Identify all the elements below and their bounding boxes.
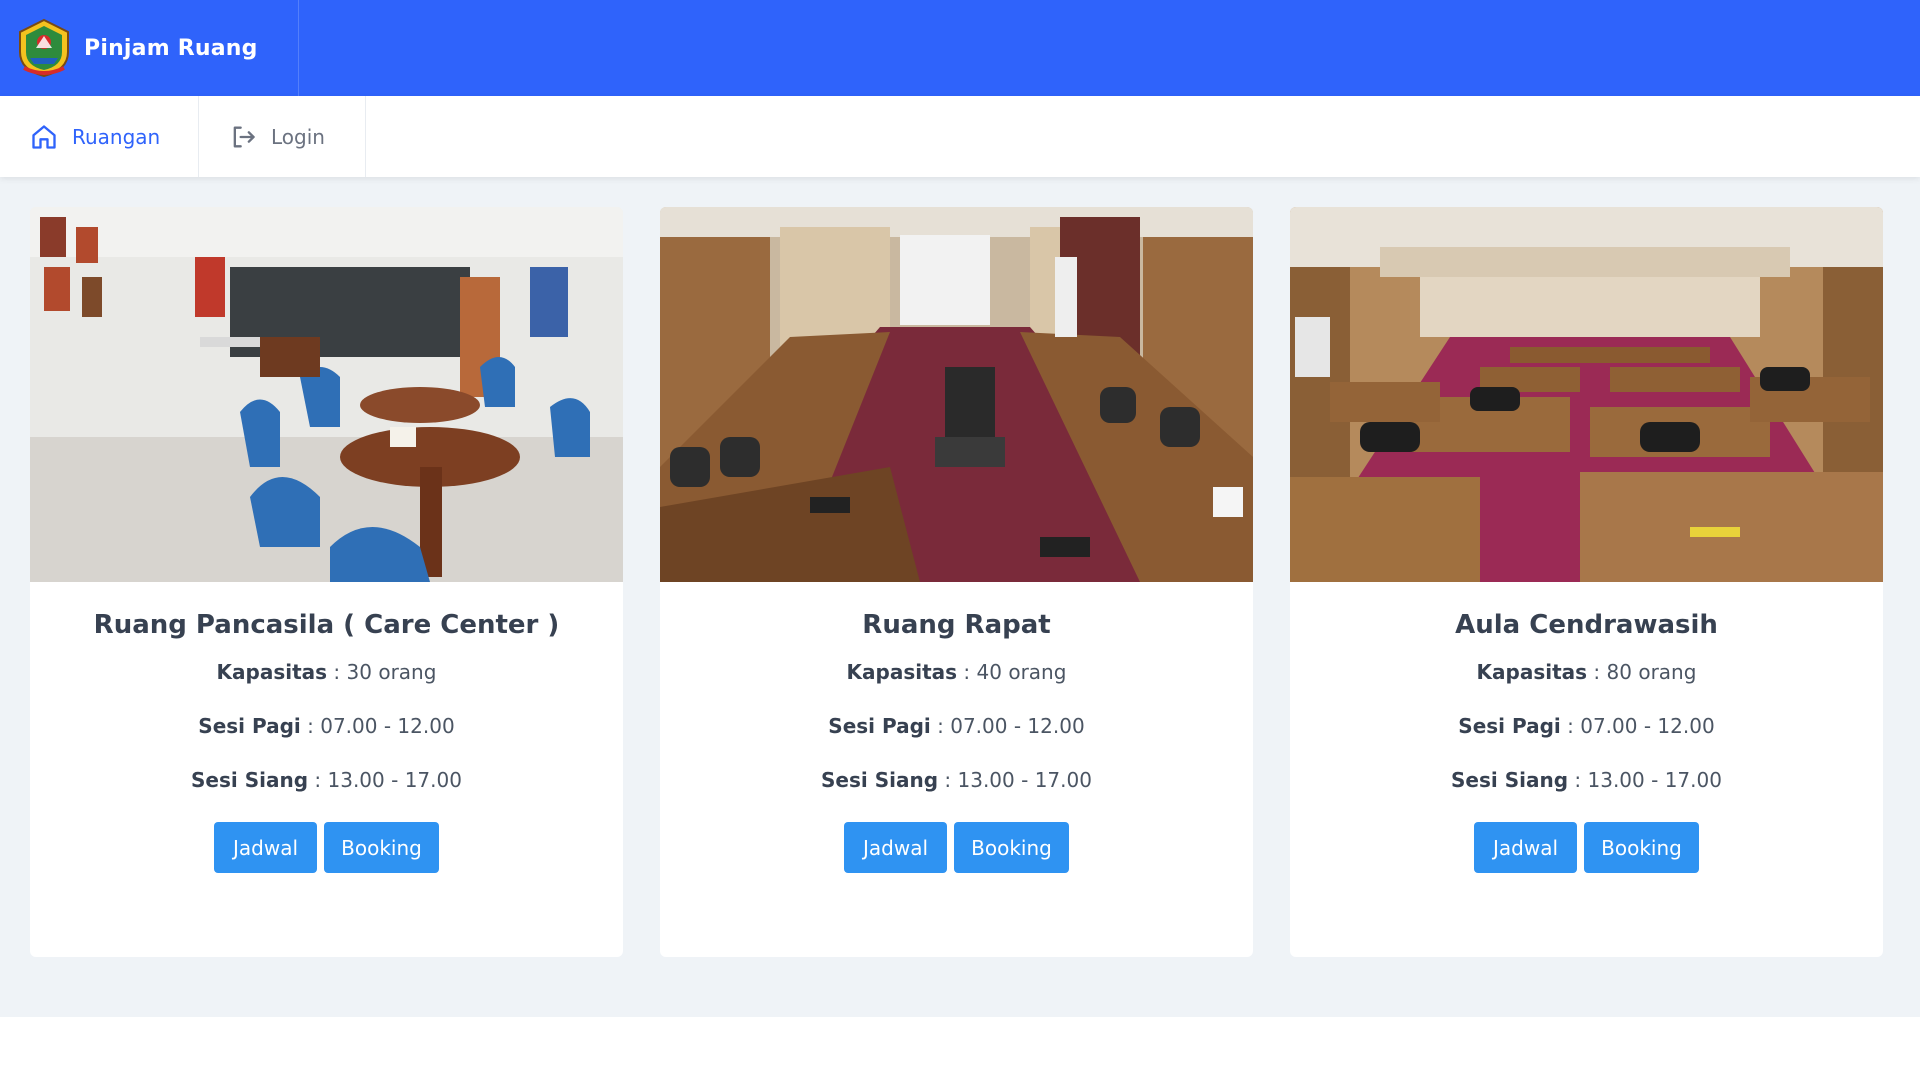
afternoon-session-label: Sesi Siang (1451, 768, 1569, 792)
booking-button[interactable]: Booking (1584, 822, 1699, 873)
schedule-button[interactable]: Jadwal (214, 822, 317, 873)
afternoon-session-label: Sesi Siang (821, 768, 939, 792)
booking-button[interactable]: Booking (324, 822, 439, 873)
room-card: Ruang Rapat Kapasitas : 40 orang Sesi Pa… (660, 207, 1253, 957)
afternoon-session-label: Sesi Siang (191, 768, 309, 792)
afternoon-session-info: Sesi Siang : 13.00 - 17.00 (660, 768, 1253, 792)
card-actions: Jadwal Booking (1290, 822, 1883, 873)
room-card: Aula Cendrawasih Kapasitas : 80 orang Se… (1290, 207, 1883, 957)
top-bar: Pinjam Ruang (0, 0, 1920, 96)
morning-session-info: Sesi Pagi : 07.00 - 12.00 (660, 714, 1253, 738)
capacity-label: Kapasitas (1476, 660, 1588, 684)
capacity-info: Kapasitas : 40 orang (660, 660, 1253, 684)
capacity-info: Kapasitas : 80 orang (1290, 660, 1883, 684)
home-icon (32, 124, 56, 149)
nav-item-label: Ruangan (72, 124, 161, 149)
room-name: Ruang Rapat (862, 610, 1051, 640)
morning-session-info: Sesi Pagi : 07.00 - 12.00 (1290, 714, 1883, 738)
afternoon-session-info: Sesi Siang : 13.00 - 17.00 (1290, 768, 1883, 792)
room-photo (30, 207, 623, 582)
nav-item-label: Login (271, 124, 325, 149)
morning-session-label: Sesi Pagi (828, 714, 931, 738)
capacity-value: : 40 orang (957, 660, 1067, 684)
afternoon-session-value: : 13.00 - 17.00 (308, 768, 462, 792)
morning-session-value: : 07.00 - 12.00 (300, 714, 455, 738)
capacity-label: Kapasitas (216, 660, 328, 684)
login-icon (233, 126, 255, 147)
room-list: Ruang Pancasila ( Care Center ) Kapasita… (0, 177, 1920, 1017)
morning-session-info: Sesi Pagi : 07.00 - 12.00 (30, 714, 623, 738)
nav-item-login[interactable]: Login (199, 96, 366, 177)
province-emblem-icon (19, 18, 69, 78)
morning-session-label: Sesi Pagi (1458, 714, 1561, 738)
capacity-value: : 30 orang (327, 660, 437, 684)
booking-button[interactable]: Booking (954, 822, 1069, 873)
app-name: Pinjam Ruang (84, 35, 258, 61)
schedule-button[interactable]: Jadwal (1474, 822, 1577, 873)
card-actions: Jadwal Booking (660, 822, 1253, 873)
room-photo (1290, 207, 1883, 582)
morning-session-label: Sesi Pagi (198, 714, 301, 738)
morning-session-value: : 07.00 - 12.00 (1560, 714, 1715, 738)
room-name: Aula Cendrawasih (1455, 610, 1718, 640)
capacity-value: : 80 orang (1587, 660, 1697, 684)
afternoon-session-value: : 13.00 - 17.00 (938, 768, 1092, 792)
room-card: Ruang Pancasila ( Care Center ) Kapasita… (30, 207, 623, 957)
afternoon-session-value: : 13.00 - 17.00 (1568, 768, 1722, 792)
capacity-label: Kapasitas (846, 660, 958, 684)
afternoon-session-info: Sesi Siang : 13.00 - 17.00 (30, 768, 623, 792)
schedule-button[interactable]: Jadwal (844, 822, 947, 873)
morning-session-value: : 07.00 - 12.00 (930, 714, 1085, 738)
room-photo (660, 207, 1253, 582)
capacity-info: Kapasitas : 30 orang (30, 660, 623, 684)
room-name: Ruang Pancasila ( Care Center ) (93, 610, 560, 640)
card-actions: Jadwal Booking (30, 822, 623, 873)
nav-item-ruangan[interactable]: Ruangan (0, 96, 199, 177)
nav-bar: Ruangan Login (0, 96, 1920, 177)
brand[interactable]: Pinjam Ruang (0, 0, 299, 96)
